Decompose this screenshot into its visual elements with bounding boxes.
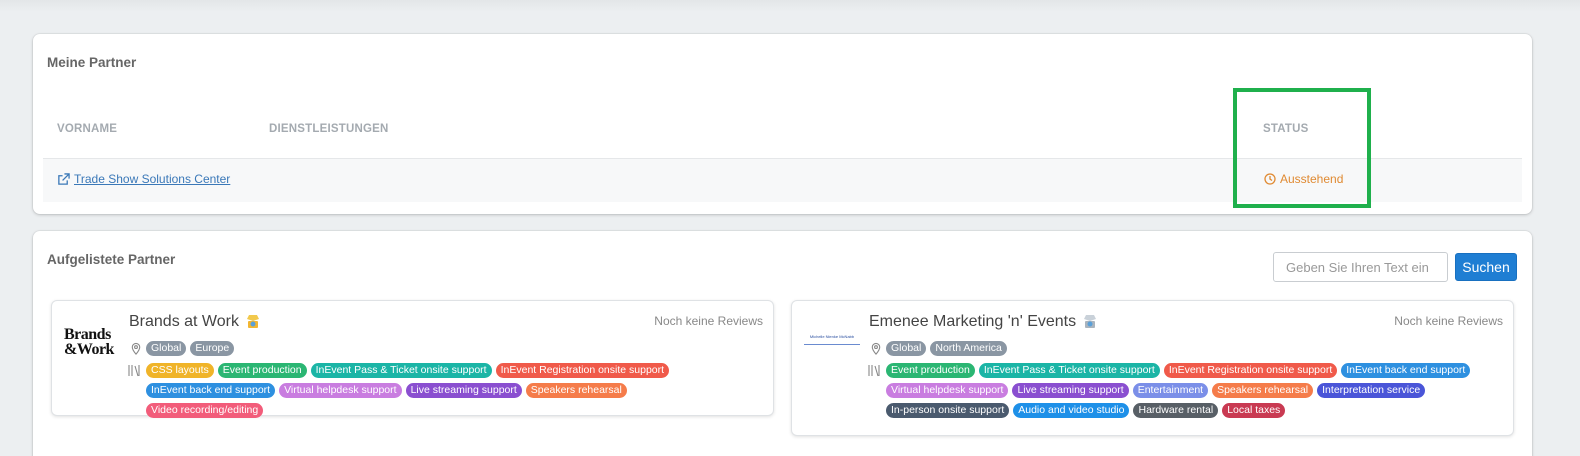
service-tags: CSS layouts Event production InEvent Pass … xyxy=(146,363,748,418)
partner-link[interactable]: Trade Show Solutions Center xyxy=(57,172,230,186)
services-row: CSS layouts Event production InEvent Pass … xyxy=(128,363,748,418)
service-tag: Entertainment xyxy=(1132,383,1209,398)
location-tag: Europe xyxy=(190,341,235,356)
partner-logo: Michelle Nienke McNabb xyxy=(804,335,860,345)
service-tag: InEvent Registration onsite support xyxy=(495,363,670,378)
service-tag: Audio and video studio xyxy=(1013,403,1130,418)
partner-name: Emenee Marketing 'n' Events xyxy=(869,313,1077,330)
panel-title: Meine Partner xyxy=(47,55,137,70)
location-tag: Global xyxy=(886,341,927,356)
silver-badge-icon xyxy=(1084,315,1097,328)
partner-name: Trade Show Solutions Center xyxy=(74,172,231,186)
service-tag: InEvent Pass & Ticket onsite support xyxy=(978,363,1160,378)
partner-card-name: Brands at Work xyxy=(129,313,262,331)
location-pin-icon xyxy=(871,342,881,355)
service-tag: Event production xyxy=(886,363,975,378)
location-row: Global North America xyxy=(870,341,1007,356)
location-tag: Global xyxy=(146,341,187,356)
service-tag: Video recording/editing xyxy=(146,403,264,418)
service-tag: Hardware rental xyxy=(1133,403,1219,418)
service-tag: Speakers rehearsal xyxy=(525,383,627,398)
reviews-text: Noch keine Reviews xyxy=(1394,314,1503,328)
service-tag: Virtual helpdesk support xyxy=(886,383,1009,398)
partner-logo: Brands &Work xyxy=(64,326,114,358)
books-icon xyxy=(868,365,880,377)
service-tag: Live streaming support xyxy=(1012,383,1129,398)
location-row: Global Europe xyxy=(130,341,235,356)
top-bar xyxy=(0,0,1580,12)
services-row: Event production InEvent Pass & Ticket on… xyxy=(868,363,1508,418)
partner-card-name: Emenee Marketing 'n' Events xyxy=(869,313,1099,331)
location-tag: North America xyxy=(930,341,1007,356)
listed-partners-panel: Aufgelistete Partner Suchen Brands&Work … xyxy=(33,231,1532,456)
column-header-dienstleistungen[interactable]: DIENSTLEISTUNGEN xyxy=(269,123,389,135)
service-tag: InEvent back end support xyxy=(1341,363,1471,378)
service-tag: Virtual helpdesk support xyxy=(279,383,402,398)
books-icon xyxy=(128,365,140,377)
service-tag: In-person onsite support xyxy=(886,403,1010,418)
gold-badge-icon xyxy=(246,315,259,328)
my-partners-panel: Meine Partner VORNAME DIENSTLEISTUNGEN S… xyxy=(33,34,1532,214)
service-tag: Interpretation service xyxy=(1317,383,1426,398)
partner-card[interactable]: Michelle Nienke McNabb Emenee Marketing … xyxy=(791,300,1514,436)
reviews-text: Noch keine Reviews xyxy=(654,314,763,328)
service-tag: Live streaming support xyxy=(405,383,522,398)
service-tag: Local taxes xyxy=(1222,403,1286,418)
service-tags: Event production InEvent Pass & Ticket on… xyxy=(886,363,1508,418)
service-tag: InEvent Pass & Ticket onsite support xyxy=(310,363,492,378)
panel-title: Aufgelistete Partner xyxy=(47,252,176,267)
search-button[interactable]: Suchen xyxy=(1455,253,1517,281)
partner-name: Brands at Work xyxy=(129,313,239,330)
location-pin-icon xyxy=(131,342,141,355)
external-link-icon xyxy=(58,172,70,185)
service-tag: Event production xyxy=(217,363,307,378)
partner-card[interactable]: Brands &Work Brands at Work Noch keine Re… xyxy=(51,300,774,418)
service-tag: CSS layouts xyxy=(146,363,214,378)
status-highlight-box xyxy=(1233,88,1371,208)
search-input[interactable] xyxy=(1273,252,1448,282)
column-header-vorname[interactable]: VORNAME xyxy=(57,123,117,135)
service-tag: InEvent Registration onsite support xyxy=(1163,363,1338,378)
service-tag: Speakers rehearsal xyxy=(1212,383,1314,398)
service-tag: InEvent back end support xyxy=(146,383,276,398)
